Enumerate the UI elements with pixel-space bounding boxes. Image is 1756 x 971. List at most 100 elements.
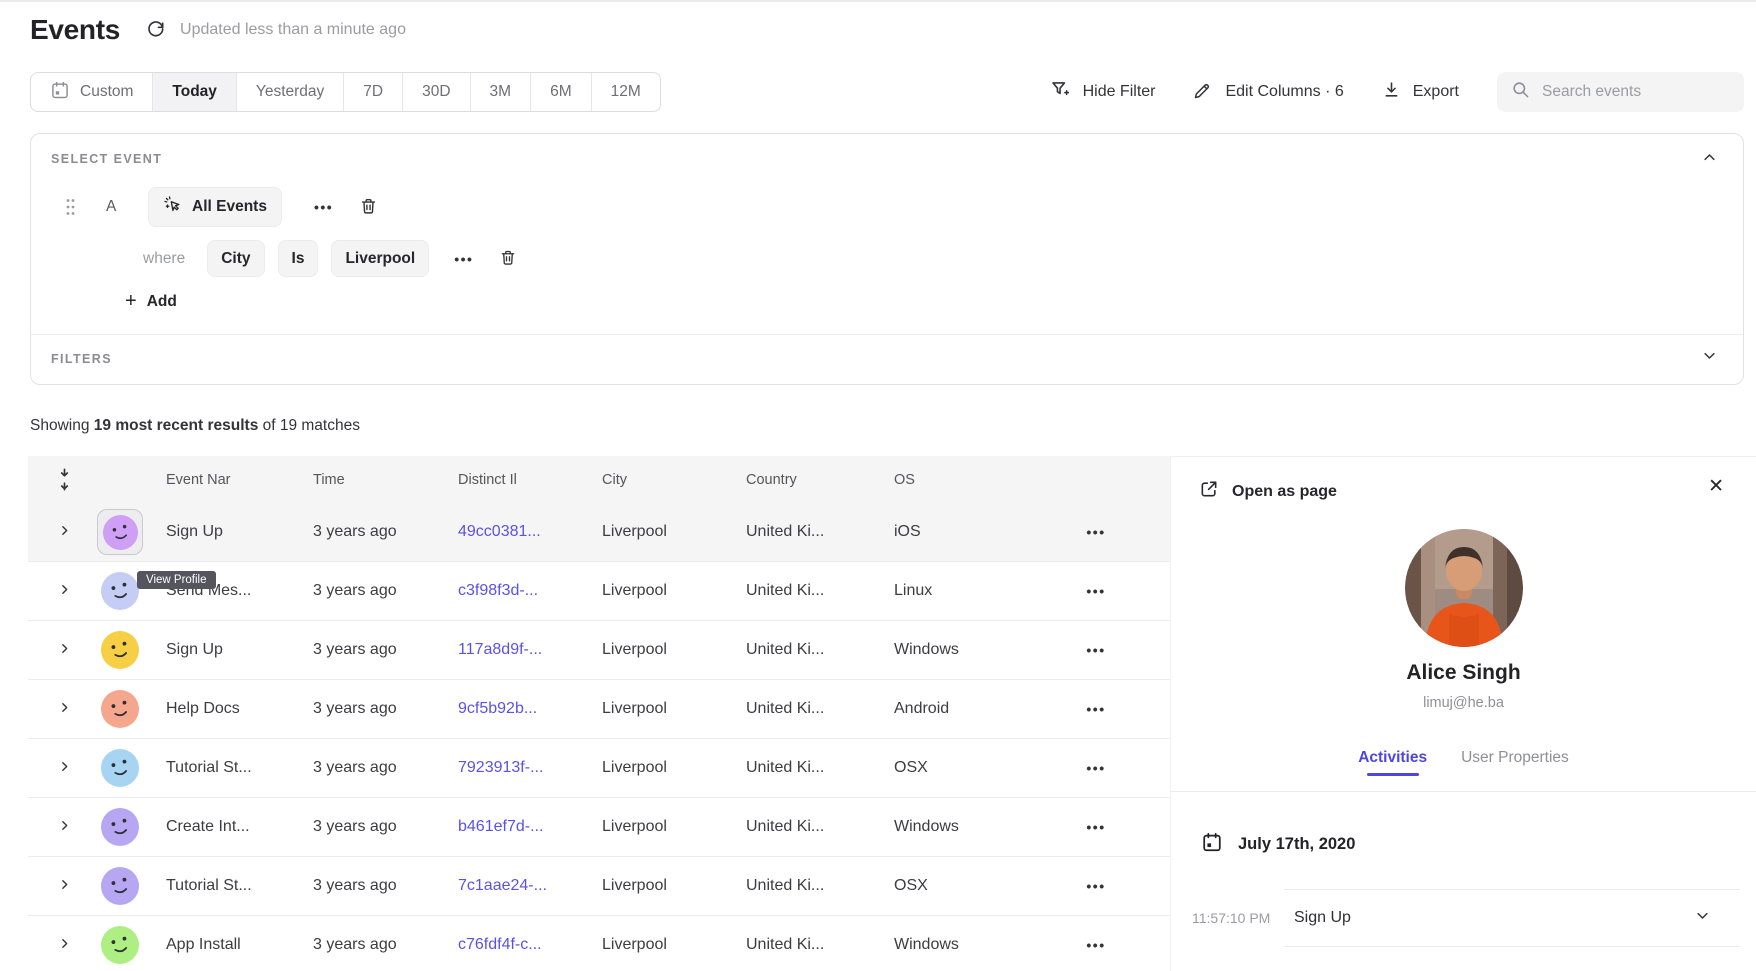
toolbar-actions: Hide Filter Edit Columns · 6 Export [1050, 72, 1744, 112]
row-expand-button[interactable] [58, 524, 71, 540]
range-30d[interactable]: 30D [402, 73, 469, 111]
expand-filters-button[interactable] [1702, 348, 1717, 366]
country-cell: United Ki... [746, 641, 894, 659]
event-delete-button[interactable] [359, 196, 378, 219]
user-avatar-selected[interactable] [97, 509, 143, 555]
distinct-id-link[interactable]: 7923913f-... [458, 759, 602, 777]
distinct-id-link[interactable]: 117a8d9f-... [458, 641, 602, 659]
distinct-id-link[interactable]: 7c1aae24-... [458, 877, 602, 895]
chevron-right-icon [58, 878, 71, 894]
tab-activities[interactable]: Activities [1358, 749, 1427, 776]
range-label: Today [172, 83, 217, 101]
close-icon: ✕ [1708, 476, 1724, 497]
distinct-id-link[interactable]: 9cf5b92b... [458, 700, 602, 718]
row-expand-button[interactable] [58, 819, 71, 835]
export-button[interactable]: Export [1382, 80, 1459, 104]
hide-filter-button[interactable]: Hide Filter [1050, 79, 1156, 105]
row-actions-button[interactable]: ••• [1076, 760, 1116, 776]
user-avatar[interactable] [101, 690, 139, 728]
row-actions-button[interactable]: ••• [1076, 701, 1116, 717]
os-cell: iOS [894, 523, 1042, 541]
user-avatar[interactable] [101, 926, 139, 964]
range-yesterday[interactable]: Yesterday [236, 73, 343, 111]
event-more-button[interactable]: ••• [314, 199, 333, 215]
event-name-cell: Sign Up [166, 523, 313, 541]
where-clause-row: where City Is Liverpool ••• [143, 240, 517, 277]
user-avatar[interactable] [101, 631, 139, 669]
operator-chip[interactable]: Is [278, 240, 319, 277]
range-3m[interactable]: 3M [470, 73, 531, 111]
collapse-all-rows-button[interactable] [58, 467, 71, 492]
range-label: 3M [490, 83, 512, 101]
row-expand-button[interactable] [58, 583, 71, 599]
filter-delete-button[interactable] [499, 248, 517, 270]
collapse-section-button[interactable] [1702, 150, 1717, 168]
row-expand-button[interactable] [58, 701, 71, 717]
user-avatar[interactable] [101, 749, 139, 787]
edit-columns-button[interactable]: Edit Columns · 6 [1193, 80, 1343, 105]
column-distinct-id: Distinct Il [458, 472, 602, 488]
chevron-right-icon [58, 937, 71, 953]
user-avatar[interactable] [101, 572, 139, 610]
tab-user-properties[interactable]: User Properties [1461, 749, 1569, 776]
filter-more-button[interactable]: ••• [454, 251, 473, 267]
range-custom[interactable]: Custom [31, 73, 152, 111]
range-7d[interactable]: 7D [343, 73, 402, 111]
time-cell: 3 years ago [313, 818, 458, 836]
row-actions-button[interactable]: ••• [1076, 583, 1116, 599]
row-actions-button[interactable]: ••• [1076, 878, 1116, 894]
city-cell: Liverpool [602, 641, 746, 659]
row-actions-button[interactable]: ••• [1076, 524, 1116, 540]
distinct-id-link[interactable]: c76fdf4f-c... [458, 936, 602, 954]
all-events-icon [163, 195, 182, 219]
range-label: 7D [363, 83, 383, 101]
range-today[interactable]: Today [152, 73, 236, 111]
refresh-button[interactable] [146, 19, 166, 42]
chevron-right-icon [58, 642, 71, 658]
os-cell: OSX [894, 877, 1042, 895]
row-actions-button[interactable]: ••• [1076, 642, 1116, 658]
user-avatar[interactable] [101, 808, 139, 846]
row-expand-button[interactable] [58, 878, 71, 894]
distinct-id-link[interactable]: 49cc0381... [458, 523, 602, 541]
distinct-id-link[interactable]: b461ef7d-... [458, 818, 602, 836]
table-row[interactable]: App Install3 years agoc76fdf4f-c...Liver… [28, 916, 1170, 971]
range-12m[interactable]: 12M [591, 73, 660, 111]
active-tab-underline [1367, 773, 1419, 776]
table-row[interactable]: Tutorial St...3 years ago7923913f-...Liv… [28, 739, 1170, 798]
event-name-cell: Sign Up [166, 641, 313, 659]
time-cell: 3 years ago [313, 700, 458, 718]
activity-event-select[interactable]: Sign Up [1284, 889, 1740, 947]
row-expand-button[interactable] [58, 642, 71, 658]
row-expand-button[interactable] [58, 760, 71, 776]
table-row[interactable]: Create Int...3 years agob461ef7d-...Live… [28, 798, 1170, 857]
value-chip[interactable]: Liverpool [331, 240, 429, 277]
add-event-button[interactable]: + Add [125, 290, 177, 313]
table-row[interactable]: Tutorial St...3 years ago7c1aae24-...Liv… [28, 857, 1170, 916]
row-actions-button[interactable]: ••• [1076, 937, 1116, 953]
date-range-control: Custom Today Yesterday 7D 30D 3M 6M12M [30, 72, 661, 112]
property-chip[interactable]: City [207, 240, 264, 277]
range-6m[interactable]: 6M [530, 73, 591, 111]
search-box [1497, 72, 1744, 112]
city-cell: Liverpool [602, 818, 746, 836]
table-row[interactable]: Sign Up3 years ago117a8d9f-...LiverpoolU… [28, 621, 1170, 680]
search-events-input[interactable] [1542, 83, 1730, 101]
event-name-cell: Help Docs [166, 700, 313, 718]
close-panel-button[interactable]: ✕ [1708, 477, 1724, 496]
event-selector-chip[interactable]: All Events [148, 187, 282, 227]
user-avatar[interactable] [101, 867, 139, 905]
download-icon [1382, 80, 1401, 104]
row-actions-button[interactable]: ••• [1076, 819, 1116, 835]
drag-handle[interactable] [65, 198, 76, 216]
time-cell: 3 years ago [313, 759, 458, 777]
os-cell: Windows [894, 641, 1042, 659]
table-row[interactable]: Sign Up3 years ago49cc0381...LiverpoolUn… [28, 503, 1170, 562]
open-as-page-button[interactable]: Open as page [1199, 479, 1337, 504]
table-row[interactable]: Help Docs3 years ago9cf5b92b...Liverpool… [28, 680, 1170, 739]
distinct-id-link[interactable]: c3f98f3d-... [458, 582, 602, 600]
add-label: Add [147, 293, 177, 311]
chevron-right-icon [58, 524, 71, 540]
events-table: Event Nar Time Distinct Il City Country … [28, 456, 1170, 971]
row-expand-button[interactable] [58, 937, 71, 953]
